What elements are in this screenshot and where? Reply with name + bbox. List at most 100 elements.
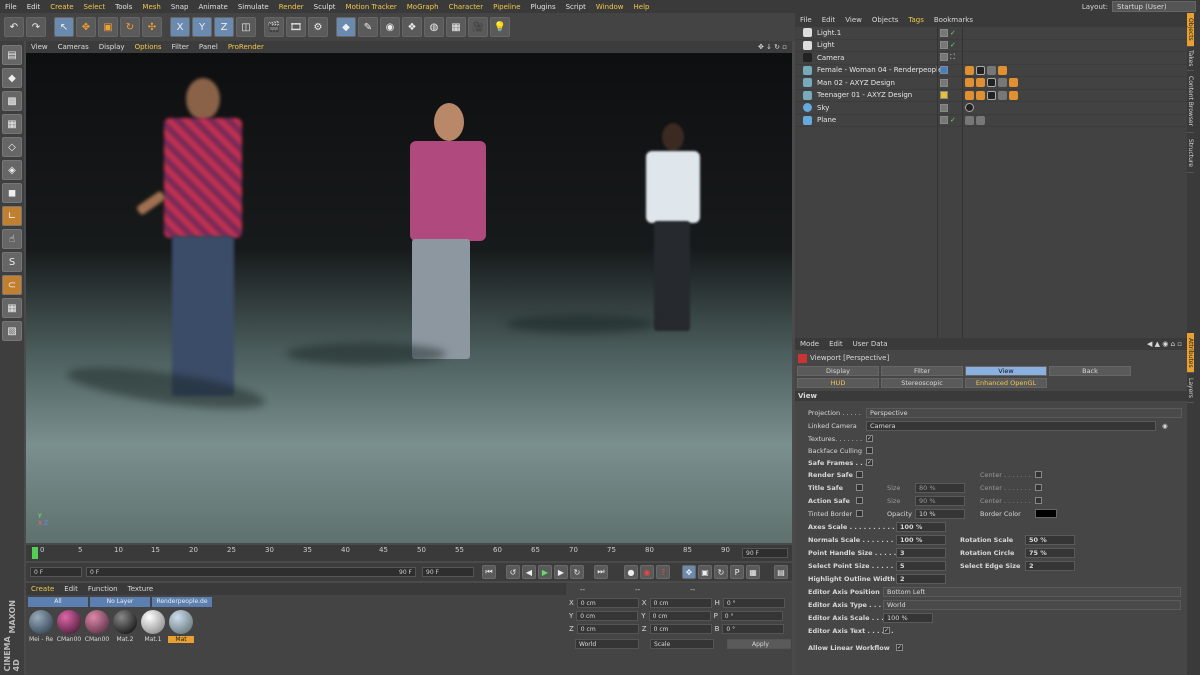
play-icon[interactable]: ▶ — [538, 565, 552, 579]
move-icon[interactable]: ✥ — [76, 17, 96, 37]
center-checkbox[interactable] — [1035, 484, 1042, 491]
vp-menu-display[interactable]: Display — [94, 43, 130, 51]
rotation-b-field[interactable]: 0 ° — [722, 623, 785, 634]
key-rotation-icon[interactable]: ↻ — [714, 565, 728, 579]
enabled-check-icon[interactable]: ✓ — [950, 116, 956, 124]
axis-position-select[interactable]: Bottom Left — [883, 586, 1181, 597]
position-x-field[interactable]: 0 cm — [576, 597, 639, 608]
model-mode-icon[interactable]: ◆ — [2, 68, 22, 88]
axis-text-checkbox[interactable]: ✓ — [883, 627, 890, 634]
layer-flag[interactable] — [940, 41, 948, 50]
axis-scale-field[interactable]: 100 % — [883, 612, 933, 623]
next-frame-icon[interactable]: ▶ — [554, 565, 568, 579]
rotate-icon[interactable]: ↻ — [120, 17, 140, 37]
size-x-field[interactable]: 0 cm — [649, 597, 712, 608]
menu-mograph[interactable]: MoGraph — [402, 3, 444, 11]
camera-toggle-icon[interactable]: ⛶ — [950, 53, 955, 62]
viewport-nav-icon[interactable]: ✥ ↓ ↻ ▫ — [753, 43, 792, 51]
highlight-field[interactable]: 2 — [896, 573, 946, 584]
material-tag-icon[interactable] — [965, 103, 974, 113]
layout-select[interactable]: Startup (User) — [1112, 1, 1196, 12]
menu-plugins[interactable]: Plugins — [526, 3, 561, 11]
workplane-grid-icon[interactable]: ▦ — [2, 298, 22, 318]
obj-menu-objects[interactable]: Objects — [867, 16, 903, 24]
timeline-end-field[interactable]: 90 F — [742, 548, 788, 558]
y-axis-icon[interactable]: Y — [192, 17, 212, 37]
menu-motion-tracker[interactable]: Motion Tracker — [341, 3, 402, 11]
light-icon[interactable]: 💡 — [490, 17, 510, 37]
material-swatch[interactable]: Mat.1 — [140, 610, 166, 650]
object-row[interactable]: Light.1 ✓ — [795, 27, 1187, 40]
enabled-check-icon[interactable]: ✓ — [950, 29, 956, 37]
side-tab-content-browser[interactable]: Content Browser — [1187, 71, 1194, 133]
coordinate-system-icon[interactable]: ◫ — [236, 17, 256, 37]
material-swatch[interactable]: CMan00 — [84, 610, 110, 650]
layer-flag[interactable] — [940, 91, 948, 100]
world-select[interactable]: World — [575, 638, 639, 649]
material-tag-icon[interactable] — [987, 78, 996, 88]
opacity-field[interactable]: 10 % — [915, 508, 965, 519]
tinted-border-checkbox[interactable] — [856, 510, 863, 517]
obj-menu-bookmarks[interactable]: Bookmarks — [929, 16, 978, 24]
render-safe-checkbox[interactable] — [856, 471, 863, 478]
texture-mode-icon[interactable]: ▩ — [2, 91, 22, 111]
attr-menu-user-data[interactable]: User Data — [848, 340, 893, 348]
attr-nav-icon[interactable]: ◀ ▲ ◉ ⌂ ▫ — [1142, 340, 1187, 348]
pen-icon[interactable]: ✎ — [358, 17, 378, 37]
object-row[interactable]: Sky — [795, 102, 1187, 115]
linear-workflow-checkbox[interactable]: ✓ — [896, 644, 903, 651]
material-tag-icon[interactable] — [965, 115, 974, 125]
points-mode-icon[interactable]: ◇ — [2, 137, 22, 157]
menu-create[interactable]: Create — [45, 3, 78, 11]
record-icon[interactable]: ● — [624, 565, 638, 579]
menu-pipeline[interactable]: Pipeline — [488, 3, 525, 11]
tab-stereoscopic[interactable]: Stereoscopic — [881, 378, 963, 388]
size-y-field[interactable]: 0 cm — [648, 610, 711, 621]
obj-menu-view[interactable]: View — [840, 16, 867, 24]
obj-menu-edit[interactable]: Edit — [817, 16, 841, 24]
menu-script[interactable]: Script — [561, 3, 591, 11]
material-tag-icon[interactable] — [998, 78, 1007, 88]
object-row[interactable]: Camera ⛶ — [795, 52, 1187, 65]
layer-flag[interactable] — [940, 66, 948, 75]
menu-edit[interactable]: Edit — [22, 3, 46, 11]
axis-mode-icon[interactable]: ∟ — [2, 206, 22, 226]
tab-filter[interactable]: Filter — [881, 366, 963, 376]
frame-range-slider[interactable]: 0 F 90 F — [86, 567, 416, 577]
redo-icon[interactable]: ↷ — [26, 17, 46, 37]
menu-animate[interactable]: Animate — [193, 3, 232, 11]
tab-back[interactable]: Back — [1049, 366, 1131, 376]
vp-menu-view[interactable]: View — [26, 43, 53, 51]
backface-checkbox[interactable] — [866, 447, 873, 454]
keyframe-selection-icon[interactable]: ? — [656, 565, 670, 579]
x-axis-icon[interactable]: X — [170, 17, 190, 37]
border-color-swatch[interactable] — [1035, 509, 1057, 518]
render-picture-viewer-icon[interactable]: 🎞 — [286, 17, 306, 37]
side-tab-structure[interactable]: Structure — [1187, 133, 1194, 173]
tag-icon[interactable] — [998, 65, 1007, 75]
layer-flag[interactable] — [940, 53, 948, 62]
center-checkbox[interactable] — [1035, 471, 1042, 478]
axes-scale-field[interactable]: 100 % — [896, 521, 946, 532]
attr-menu-mode[interactable]: Mode — [795, 340, 824, 348]
key-position-icon[interactable]: ✥ — [682, 565, 696, 579]
menu-select[interactable]: Select — [79, 3, 111, 11]
material-swatch[interactable]: Mat.2 — [112, 610, 138, 650]
undo-icon[interactable]: ↶ — [4, 17, 24, 37]
material-tag-icon[interactable] — [998, 90, 1007, 100]
prev-key-icon[interactable]: ↺ — [506, 565, 520, 579]
mat-menu-edit[interactable]: Edit — [59, 585, 83, 593]
tab-display[interactable]: Display — [797, 366, 879, 376]
side-tab-objects[interactable]: Objects — [1187, 13, 1194, 47]
object-row[interactable]: Female - Woman 04 - Renderpeople — [795, 65, 1187, 77]
tag-icon[interactable] — [1009, 78, 1018, 88]
object-row[interactable]: Light ✓ — [795, 40, 1187, 52]
apply-button[interactable]: Apply — [727, 638, 791, 649]
subdivision-icon[interactable]: ◉ — [380, 17, 400, 37]
key-param-icon[interactable]: P — [730, 565, 744, 579]
position-y-field[interactable]: 0 cm — [576, 610, 639, 621]
tag-icon[interactable] — [1009, 90, 1018, 100]
obj-menu-tags[interactable]: Tags — [903, 16, 929, 24]
scale-select[interactable]: Scale — [650, 638, 714, 649]
side-tab-attributes[interactable]: Attributes — [1187, 333, 1194, 373]
